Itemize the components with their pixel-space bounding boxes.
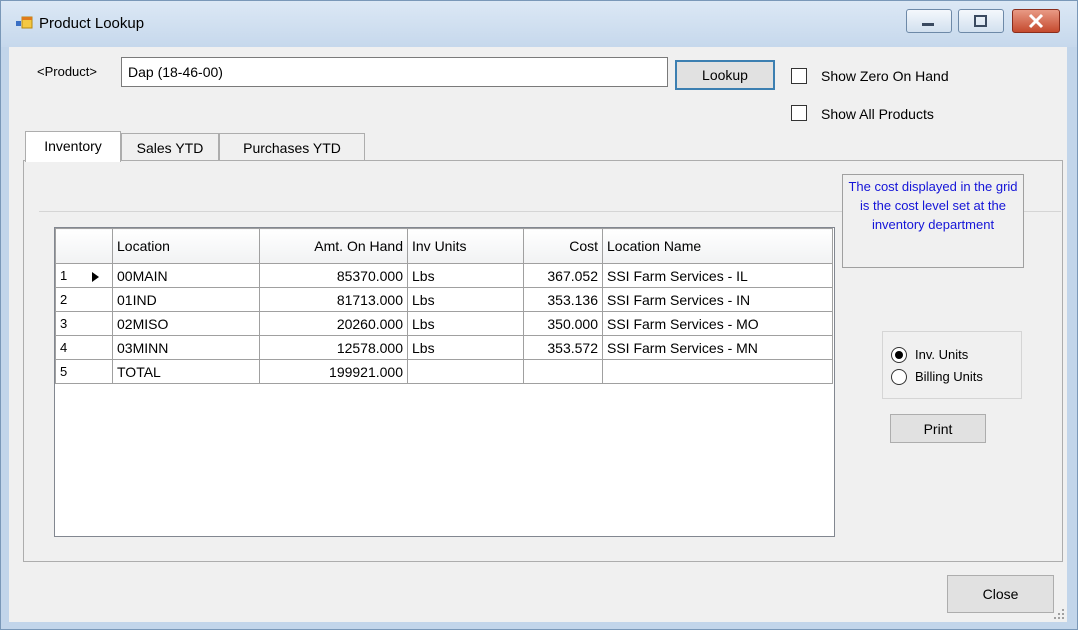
column-header-inv-units[interactable]: Inv Units <box>407 228 524 264</box>
table-row[interactable]: 5 TOTAL 199921.000 <box>55 359 833 384</box>
cell-location[interactable]: 03MINN <box>112 335 260 360</box>
table-row[interactable]: 1 00MAIN 85370.000 Lbs 367.052 SSI Farm … <box>55 263 833 288</box>
dialog-body: <Product> Dap (18-46-00) Lookup Show Zer… <box>9 47 1067 622</box>
print-button[interactable]: Print <box>890 414 986 443</box>
cell-inv-units[interactable]: Lbs <box>407 335 524 360</box>
row-number[interactable]: 3 <box>55 311 113 336</box>
cell-location-name[interactable] <box>602 359 833 384</box>
tab-inventory[interactable]: Inventory <box>25 131 121 162</box>
show-zero-on-hand-label[interactable]: Show Zero On Hand <box>821 68 949 84</box>
maximize-button[interactable] <box>958 9 1004 33</box>
table-row[interactable]: 3 02MISO 20260.000 Lbs 350.000 SSI Farm … <box>55 311 833 336</box>
radio-selected-dot <box>895 351 903 359</box>
inv-units-label[interactable]: Inv. Units <box>915 347 968 362</box>
minimize-icon <box>922 23 934 26</box>
cell-location-name[interactable]: SSI Farm Services - IL <box>602 263 833 288</box>
row-number[interactable]: 2 <box>55 287 113 312</box>
row-header-corner <box>55 228 113 264</box>
close-button[interactable]: Close <box>947 575 1054 613</box>
cell-location-name[interactable]: SSI Farm Services - MO <box>602 311 833 336</box>
table-row[interactable]: 4 03MINN 12578.000 Lbs 353.572 SSI Farm … <box>55 335 833 360</box>
tab-purchases-ytd[interactable]: Purchases YTD <box>219 133 365 161</box>
cell-amt-on-hand[interactable]: 12578.000 <box>259 335 408 360</box>
cell-location[interactable]: 02MISO <box>112 311 260 336</box>
cell-location-name[interactable]: SSI Farm Services - IN <box>602 287 833 312</box>
app-icon <box>16 16 33 29</box>
cell-cost[interactable]: 350.000 <box>523 311 603 336</box>
cell-amt-on-hand[interactable]: 20260.000 <box>259 311 408 336</box>
product-input[interactable]: Dap (18-46-00) <box>121 57 668 87</box>
cell-cost[interactable] <box>523 359 603 384</box>
billing-units-radio[interactable] <box>891 369 907 385</box>
column-header-location[interactable]: Location <box>112 228 260 264</box>
cell-location[interactable]: 00MAIN <box>112 263 260 288</box>
title-bar[interactable]: Product Lookup <box>1 1 1077 47</box>
product-label: <Product> <box>37 64 97 79</box>
close-icon <box>1028 13 1044 29</box>
inv-units-radio[interactable] <box>891 347 907 363</box>
close-window-button[interactable] <box>1012 9 1060 33</box>
column-header-cost[interactable]: Cost <box>523 228 603 264</box>
lookup-button[interactable]: Lookup <box>675 60 775 90</box>
cell-amt-on-hand[interactable]: 81713.000 <box>259 287 408 312</box>
billing-units-label[interactable]: Billing Units <box>915 369 983 384</box>
show-zero-on-hand-checkbox[interactable] <box>791 68 807 84</box>
cell-cost[interactable]: 353.572 <box>523 335 603 360</box>
cell-inv-units[interactable] <box>407 359 524 384</box>
cell-location-name[interactable]: SSI Farm Services - MN <box>602 335 833 360</box>
show-all-products-checkbox[interactable] <box>791 105 807 121</box>
cell-inv-units[interactable]: Lbs <box>407 263 524 288</box>
cell-location[interactable]: 01IND <box>112 287 260 312</box>
cell-inv-units[interactable]: Lbs <box>407 287 524 312</box>
units-radio-group: Inv. Units Billing Units <box>882 331 1022 399</box>
minimize-button[interactable] <box>906 9 952 33</box>
column-header-amt-on-hand[interactable]: Amt. On Hand <box>259 228 408 264</box>
cell-amt-on-hand[interactable]: 199921.000 <box>259 359 408 384</box>
row-pointer-icon <box>92 272 99 282</box>
cell-location[interactable]: TOTAL <box>112 359 260 384</box>
size-grip-icon[interactable] <box>1053 608 1065 620</box>
row-number[interactable]: 5 <box>55 359 113 384</box>
inventory-grid[interactable]: Location Amt. On Hand Inv Units Cost Loc… <box>54 227 835 537</box>
window-title: Product Lookup <box>39 15 145 32</box>
row-number[interactable]: 1 <box>55 263 113 288</box>
cell-amt-on-hand[interactable]: 85370.000 <box>259 263 408 288</box>
column-header-location-name[interactable]: Location Name <box>602 228 833 264</box>
table-row[interactable]: 2 01IND 81713.000 Lbs 353.136 SSI Farm S… <box>55 287 833 312</box>
tab-sales-ytd[interactable]: Sales YTD <box>121 133 219 161</box>
cell-cost[interactable]: 367.052 <box>523 263 603 288</box>
cost-info-note: The cost displayed in the grid is the co… <box>842 174 1024 268</box>
cell-inv-units[interactable]: Lbs <box>407 311 524 336</box>
row-number-text: 1 <box>60 268 68 283</box>
product-lookup-window: Product Lookup <Product> Dap (18-46-00) … <box>0 0 1078 630</box>
maximize-icon <box>974 15 987 27</box>
inventory-tab-panel: Location Amt. On Hand Inv Units Cost Loc… <box>23 160 1063 562</box>
row-number[interactable]: 4 <box>55 335 113 360</box>
show-all-products-label[interactable]: Show All Products <box>821 106 934 122</box>
grid-header-row: Location Amt. On Hand Inv Units Cost Loc… <box>55 228 833 264</box>
cell-cost[interactable]: 353.136 <box>523 287 603 312</box>
